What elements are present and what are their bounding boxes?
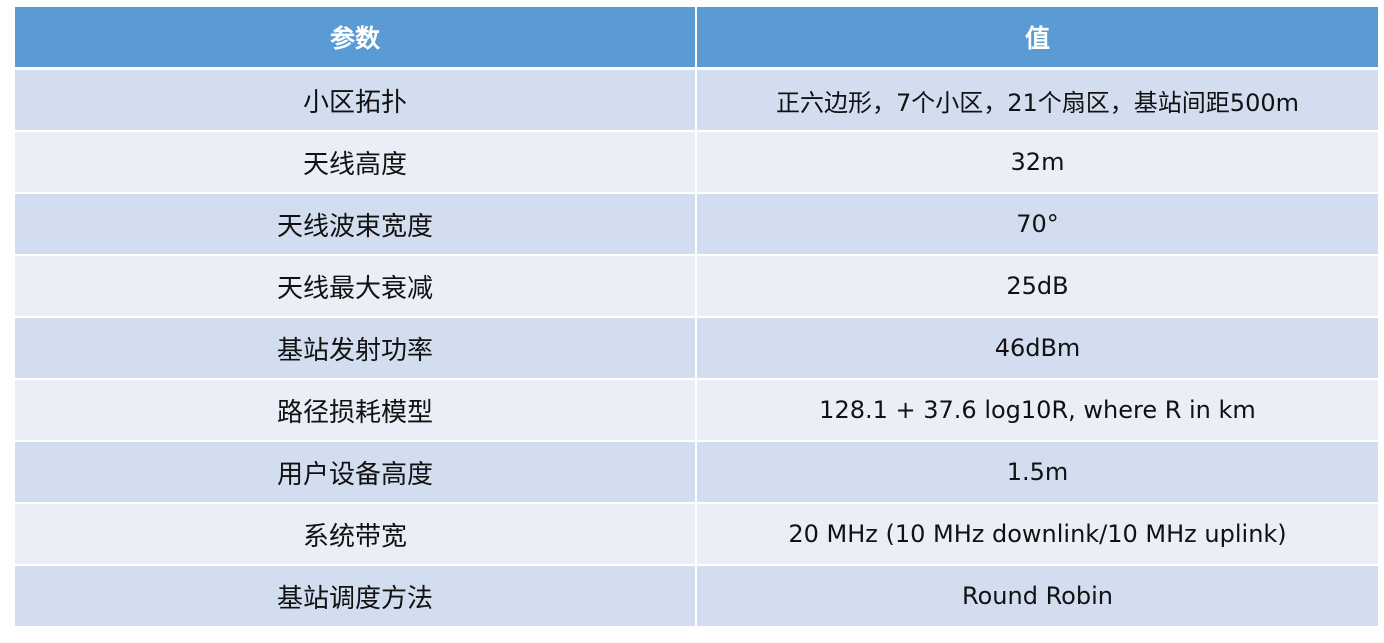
- header-value: 值: [697, 7, 1378, 70]
- table-row: 基站调度方法 Round Robin: [15, 566, 1378, 628]
- table-row: 用户设备高度 1.5m: [15, 442, 1378, 504]
- param-cell: 基站调度方法: [15, 566, 697, 628]
- header-param: 参数: [15, 7, 697, 70]
- value-cell: 32m: [697, 132, 1378, 194]
- param-cell: 用户设备高度: [15, 442, 697, 504]
- value-cell: Round Robin: [697, 566, 1378, 628]
- value-cell: 20 MHz (10 MHz downlink/10 MHz uplink): [697, 504, 1378, 566]
- table-row: 小区拓扑 正六边形，7个小区，21个扇区，基站间距500m: [15, 70, 1378, 132]
- table-row: 路径损耗模型 128.1 + 37.6 log10R, where R in k…: [15, 380, 1378, 442]
- param-cell: 小区拓扑: [15, 70, 697, 132]
- table-row: 系统带宽 20 MHz (10 MHz downlink/10 MHz upli…: [15, 504, 1378, 566]
- table-row: 天线波束宽度 70°: [15, 194, 1378, 256]
- value-cell: 70°: [697, 194, 1378, 256]
- param-cell: 基站发射功率: [15, 318, 697, 380]
- value-cell: 25dB: [697, 256, 1378, 318]
- table-row: 基站发射功率 46dBm: [15, 318, 1378, 380]
- param-cell: 系统带宽: [15, 504, 697, 566]
- value-cell: 128.1 + 37.6 log10R, where R in km: [697, 380, 1378, 442]
- param-cell: 天线最大衰减: [15, 256, 697, 318]
- parameter-table: 参数 值 小区拓扑 正六边形，7个小区，21个扇区，基站间距500m 天线高度 …: [15, 7, 1378, 628]
- table-row: 天线最大衰减 25dB: [15, 256, 1378, 318]
- param-cell: 天线波束宽度: [15, 194, 697, 256]
- value-cell: 正六边形，7个小区，21个扇区，基站间距500m: [697, 70, 1378, 132]
- value-cell: 46dBm: [697, 318, 1378, 380]
- param-cell: 路径损耗模型: [15, 380, 697, 442]
- table-row: 天线高度 32m: [15, 132, 1378, 194]
- param-cell: 天线高度: [15, 132, 697, 194]
- table-header-row: 参数 值: [15, 7, 1378, 70]
- value-cell: 1.5m: [697, 442, 1378, 504]
